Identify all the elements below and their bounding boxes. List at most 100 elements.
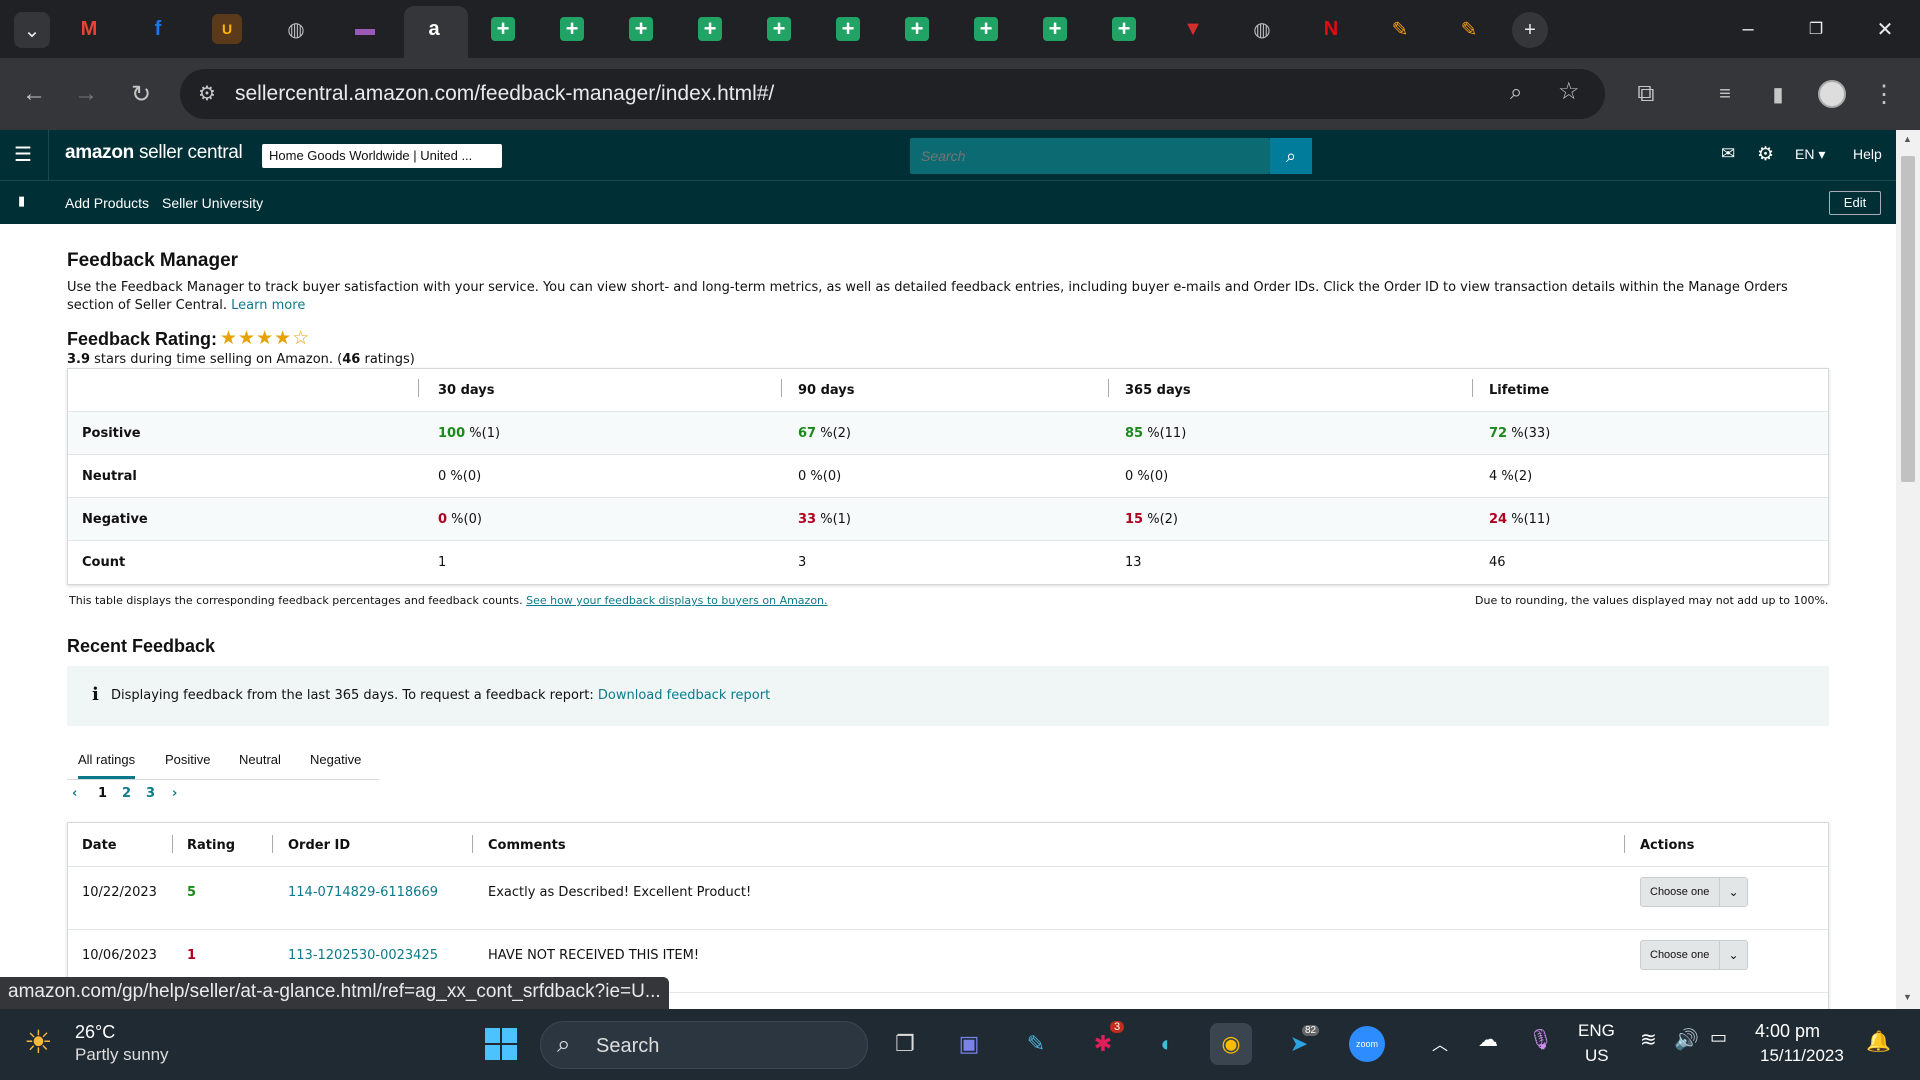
url-text[interactable]: sellercentral.amazon.com/feedback-manage… [235,82,774,106]
zoom-icon[interactable]: ⌕ [1510,79,1522,105]
wifi-icon[interactable]: ≋ [1640,1027,1657,1052]
address-bar[interactable]: ⚙ sellercentral.amazon.com/feedback-mana… [180,69,1605,119]
mail-icon[interactable]: ✉ [1721,144,1735,164]
task-view-icon[interactable]: ❐ [884,1023,926,1065]
taskbar-search[interactable]: ⌕ Search [540,1021,868,1069]
battery-icon[interactable]: ▭ [1710,1027,1727,1048]
seller-search[interactable] [910,138,1270,174]
sheets-icon[interactable]: + [1040,14,1070,44]
notifications-icon[interactable]: 🔔 [1866,1029,1891,1054]
page-2[interactable]: 2 [122,786,131,801]
tray-chevron-icon[interactable]: ︿ [1432,1031,1448,1055]
bank-icon[interactable]: ▼ [1178,14,1208,44]
restore-icon[interactable]: ❐ [1801,14,1831,44]
gear-icon[interactable]: ⚙ [1757,143,1774,166]
bookmark-star-icon[interactable]: ☆ [1558,77,1580,106]
scroll-down-icon[interactable]: ▼ [1903,992,1912,1002]
chrome-icon[interactable]: ◉ [1210,1023,1252,1065]
start-icon[interactable] [480,1023,522,1065]
site-info-icon[interactable]: ⚙ [198,81,216,106]
onedrive-icon[interactable]: ☁ [1478,1027,1498,1052]
microphone-icon[interactable]: 🎙 [1528,1027,1553,1052]
slack-icon[interactable]: ✱ 3 [1082,1021,1125,1065]
close-window-icon[interactable]: ✕ [1870,14,1900,44]
actions-dropdown[interactable]: Choose one ⌄ [1640,877,1748,907]
search-input[interactable] [910,138,1270,174]
clock-date[interactable]: 15/11/2023 [1760,1046,1844,1066]
scroll-thumb[interactable] [1901,156,1915,482]
feedback-display-link[interactable]: See how your feedback displays to buyers… [526,594,827,607]
netflix-icon[interactable]: N [1316,14,1346,44]
column-header-order-id[interactable]: Order ID [288,838,350,853]
amazon-icon[interactable]: a [419,14,449,44]
sheets-icon[interactable]: + [626,14,656,44]
tab-all-ratings[interactable]: All ratings [78,752,136,779]
paint-icon[interactable]: ✎ [1015,1023,1057,1065]
column-header-comments[interactable]: Comments [488,838,566,853]
globe-icon[interactable]: ◍ [1247,14,1277,44]
page-3[interactable]: 3 [146,786,155,801]
edit-button[interactable]: Edit [1829,191,1881,215]
learn-more-link[interactable]: Learn more [231,298,305,313]
sheets-icon[interactable]: + [695,14,725,44]
chevron-down-icon[interactable]: ⌄ [1719,878,1747,906]
language-selector[interactable]: EN ▾ [1795,146,1825,163]
chevron-down-icon[interactable]: ⌄ [1719,941,1747,969]
teams-icon[interactable]: ▣ [948,1023,990,1065]
zoom-icon[interactable]: zoom [1346,1023,1388,1065]
nav-add-products[interactable]: Add Products [65,195,149,211]
nav-seller-university[interactable]: Seller University [162,195,263,211]
edge-icon[interactable]: ◐ [1146,1023,1188,1065]
sheets-icon[interactable]: + [1109,14,1139,44]
facebook-icon[interactable]: f [143,14,173,44]
sheets-icon[interactable]: + [902,14,932,44]
help-link[interactable]: Help [1853,146,1882,162]
region-indicator[interactable]: US [1585,1046,1609,1066]
page-1[interactable]: 1 [98,786,107,801]
side-panel-icon[interactable]: ▮ [1760,76,1796,112]
weather-desc[interactable]: Partly sunny [75,1045,169,1065]
scroll-up-icon[interactable]: ▲ [1903,134,1912,144]
sheets-icon[interactable]: + [971,14,1001,44]
seller-central-logo[interactable]: amazon seller central [65,142,243,164]
volume-icon[interactable]: 🔊 [1674,1027,1699,1052]
page-scrollbar[interactable]: ▲ ▼ [1896,130,1920,1009]
search-icon[interactable]: ⌕ [1270,138,1312,174]
sheets-icon[interactable]: + [764,14,794,44]
order-id-link[interactable]: 114-0714829-6118669 [288,885,438,900]
download-report-link[interactable]: Download feedback report [598,688,770,703]
bookmark-icon[interactable]: ▮ [18,193,25,209]
profile-avatar[interactable] [1814,76,1850,112]
flag-icon[interactable]: ▬ [350,14,380,44]
next-page-icon[interactable]: › [172,786,177,801]
column-header-actions[interactable]: Actions [1640,838,1694,853]
tab-neutral[interactable]: Neutral [239,752,281,767]
globe-icon[interactable]: ◍ [281,14,311,44]
weather-icon[interactable]: ☀ [24,1023,53,1061]
tab-positive[interactable]: Positive [165,752,211,767]
pen-icon[interactable]: ✎ [1454,14,1484,44]
forward-icon[interactable]: → [68,76,104,112]
ups-icon[interactable]: U [212,14,242,44]
new-tab-icon[interactable]: + [1512,12,1548,48]
language-indicator[interactable]: ENG [1578,1021,1615,1041]
column-header-rating[interactable]: Rating [187,838,235,853]
extensions-icon[interactable]: ⧉ [1628,76,1664,112]
clock-time[interactable]: 4:00 pm [1755,1021,1820,1042]
hamburger-menu-icon[interactable]: ☰ [14,142,32,167]
prev-page-icon[interactable]: ‹ [72,786,77,801]
column-header-date[interactable]: Date [82,838,117,853]
tab-negative[interactable]: Negative [310,752,361,767]
browser-menu-icon[interactable]: ⋮ [1866,76,1902,112]
order-id-link[interactable]: 113-1202530-0023425 [288,948,438,963]
store-selector[interactable]: Home Goods Worldwide | United ... [262,144,502,168]
telegram-icon[interactable]: ➤ 82 [1278,1023,1320,1065]
back-icon[interactable]: ← [16,76,52,112]
sheets-icon[interactable]: + [833,14,863,44]
reload-icon[interactable]: ↻ [123,76,159,112]
actions-dropdown[interactable]: Choose one ⌄ [1640,940,1748,970]
weather-temp[interactable]: 26°C [75,1022,115,1043]
media-icon[interactable]: ≡ [1707,76,1743,112]
minimize-icon[interactable]: – [1733,14,1763,44]
tab-search-icon[interactable]: ⌄ [14,12,50,48]
